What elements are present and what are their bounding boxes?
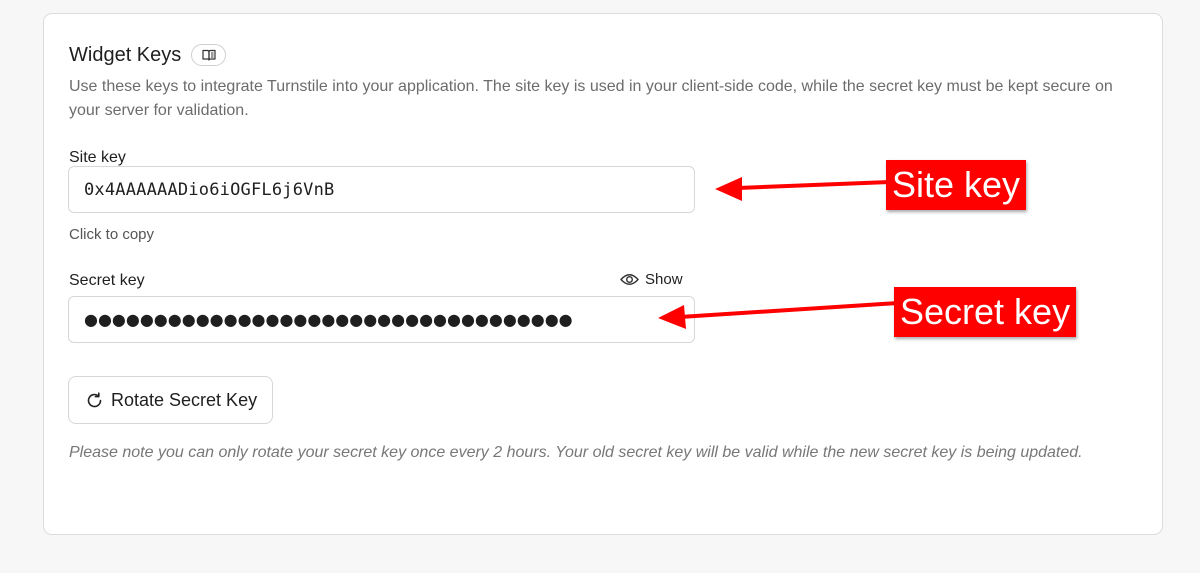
docs-link-button[interactable] bbox=[191, 44, 227, 66]
site-key-label: Site key bbox=[69, 149, 126, 166]
rotate-note: Please note you can only rotate your sec… bbox=[69, 444, 1083, 461]
secret-key-masked-value: ●●●●●●●●●●●●●●●●●●●●●●●●●●●●●●●●●●● bbox=[84, 310, 573, 329]
site-key-callout: Site key bbox=[886, 160, 1027, 210]
panel-title: Widget Keys bbox=[69, 44, 182, 66]
show-secret-button[interactable]: Show bbox=[620, 271, 683, 288]
book-icon bbox=[202, 49, 216, 61]
show-label: Show bbox=[645, 271, 683, 288]
eye-icon bbox=[620, 274, 639, 285]
copy-hint: Click to copy bbox=[69, 226, 155, 243]
rotate-label: Rotate Secret Key bbox=[111, 389, 258, 410]
secret-key-field[interactable]: ●●●●●●●●●●●●●●●●●●●●●●●●●●●●●●●●●●● bbox=[68, 296, 695, 343]
panel-description: Use these keys to integrate Turnstile in… bbox=[69, 78, 1113, 119]
site-key-value[interactable]: 0x4AAAAAADio6iOGFL6j6VnB bbox=[84, 180, 334, 200]
secret-key-label: Secret key bbox=[69, 272, 145, 289]
refresh-icon bbox=[87, 391, 102, 407]
secret-key-callout: Secret key bbox=[894, 287, 1077, 337]
rotate-secret-key-button[interactable]: Rotate Secret Key bbox=[68, 376, 273, 424]
widget-keys-panel: Widget Keys Use these keys to integrate … bbox=[43, 13, 1163, 535]
panel-header: Widget Keys bbox=[69, 43, 227, 67]
site-key-field[interactable]: 0x4AAAAAADio6iOGFL6j6VnB bbox=[68, 166, 695, 213]
